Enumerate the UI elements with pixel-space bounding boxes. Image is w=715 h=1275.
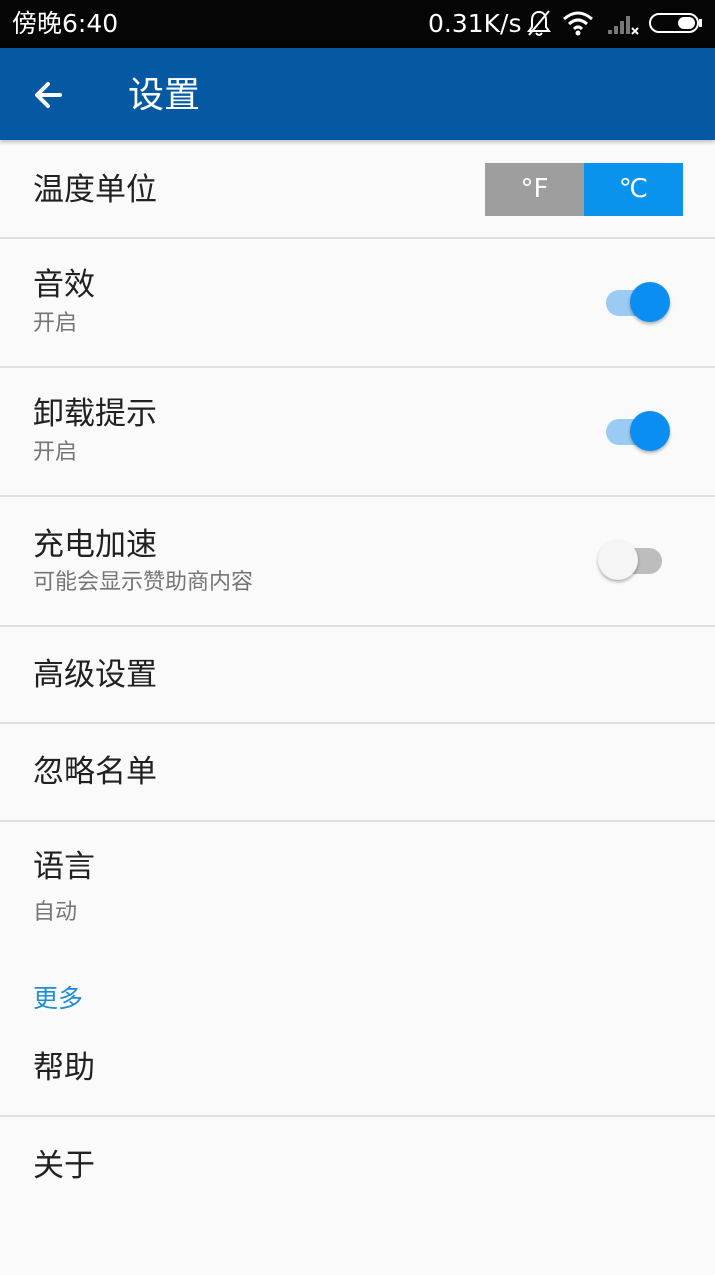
uninstall-tip-switch[interactable]: [602, 408, 672, 454]
switch-thumb: [630, 411, 670, 451]
setting-title: 语言: [33, 849, 95, 885]
bell-muted-icon: [527, 10, 551, 36]
section-header-more: 更多: [33, 984, 84, 1013]
celsius-button[interactable]: ℃: [584, 163, 683, 216]
setting-help[interactable]: 帮助: [0, 1020, 715, 1117]
setting-title: 音效: [33, 267, 95, 303]
setting-charge-boost[interactable]: 充电加速 可能会显示赞助商内容: [0, 497, 715, 627]
setting-sound[interactable]: 音效 开启: [0, 239, 715, 368]
charge-boost-switch[interactable]: [598, 537, 668, 583]
temperature-unit-toggle: °F ℃: [485, 163, 683, 216]
setting-uninstall-tip[interactable]: 卸载提示 开启: [0, 368, 715, 497]
setting-temperature-unit: 温度单位 °F ℃: [0, 140, 715, 239]
network-speed: 0.31K/s: [428, 9, 522, 38]
setting-subtitle: 开启: [33, 440, 78, 465]
setting-subtitle: 开启: [33, 311, 78, 336]
setting-subtitle: 自动: [33, 900, 78, 925]
battery-icon: [649, 13, 702, 33]
setting-title: 帮助: [33, 1050, 95, 1086]
setting-subtitle: 可能会显示赞助商内容: [33, 570, 254, 595]
sound-switch[interactable]: [602, 279, 672, 325]
status-bar: 傍晚6:40 0.31K/s: [0, 0, 715, 48]
setting-ignore-list[interactable]: 忽略名单: [0, 724, 715, 822]
setting-title: 温度单位: [33, 172, 157, 208]
setting-advanced[interactable]: 高级设置: [0, 627, 715, 724]
wifi-icon: [563, 11, 593, 36]
fahrenheit-button[interactable]: °F: [485, 163, 584, 216]
setting-title: 充电加速: [33, 527, 157, 563]
switch-thumb: [630, 282, 670, 322]
setting-about[interactable]: 关于: [0, 1117, 715, 1214]
setting-language[interactable]: 语言 自动: [0, 822, 715, 950]
signal-icon: [608, 16, 639, 35]
setting-title: 忽略名单: [33, 754, 157, 790]
arrow-left-icon[interactable]: [28, 74, 70, 116]
app-bar: 设置: [0, 48, 715, 140]
setting-title: 卸载提示: [33, 396, 157, 432]
page-title: 设置: [128, 75, 201, 116]
status-time: 傍晚6:40: [12, 9, 119, 38]
switch-thumb: [598, 540, 638, 580]
setting-title: 关于: [33, 1148, 95, 1184]
setting-title: 高级设置: [33, 657, 157, 693]
